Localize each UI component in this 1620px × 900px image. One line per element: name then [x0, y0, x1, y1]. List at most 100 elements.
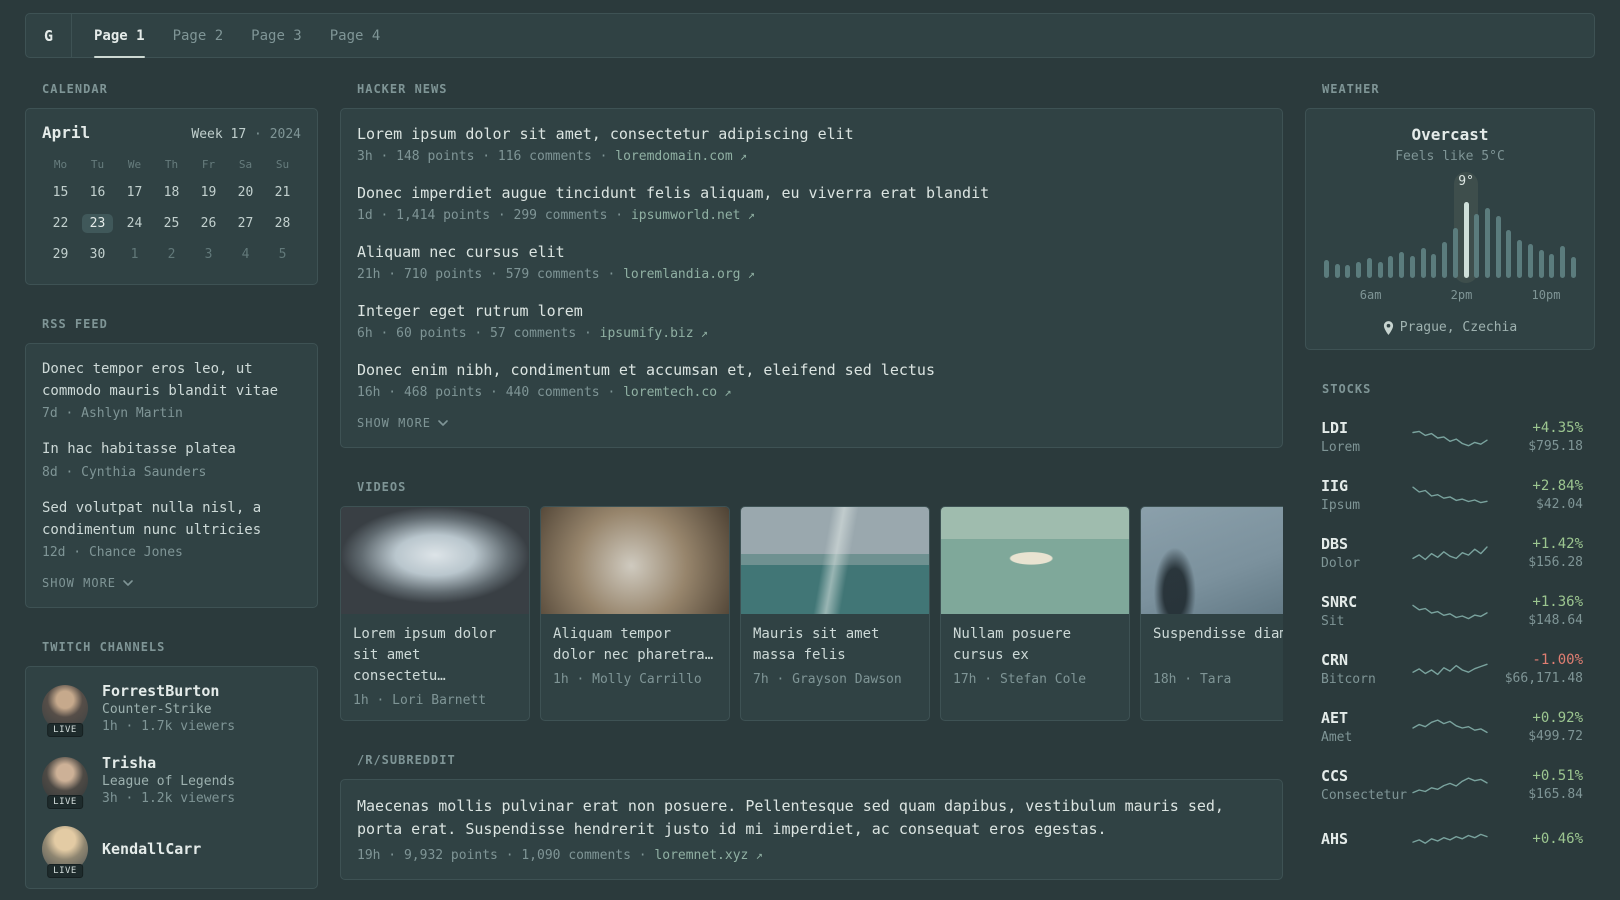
video-thumbnail[interactable]: [741, 507, 929, 614]
app-logo[interactable]: G: [26, 14, 72, 57]
streamer-name[interactable]: Trisha: [102, 754, 235, 772]
twitch-channel[interactable]: LIVE ForrestBurton Counter-Strike 1h · 1…: [42, 682, 301, 738]
video-title[interactable]: Lorem ipsum dolor sit amet consectetu…: [353, 624, 517, 687]
weather-bar: [1463, 202, 1469, 278]
stock-change: +1.42%: [1532, 536, 1583, 552]
hn-item-meta: 16h · 468 points · 440 comments · loremt…: [357, 385, 1266, 400]
video-title[interactable]: Nullam posuere cursus ex: [953, 624, 1117, 666]
weekday-label: Tu: [90, 158, 105, 171]
twitch-widget: TWITCH CHANNELS LIVE ForrestBurton Count…: [25, 640, 318, 890]
rss-heading: RSS FEED: [42, 317, 108, 331]
subreddit-card: Maecenas mollis pulvinar erat non posuer…: [340, 779, 1283, 880]
rss-item: In hac habitasse platea 8d · Cynthia Sau…: [42, 439, 301, 480]
stock-row[interactable]: IIG Ipsum +2.84% $42.04: [1305, 466, 1595, 524]
reddit-post-stats: 19h · 9,932 points · 1,090 comments ·: [357, 848, 655, 863]
hn-item-stats: 6h · 60 points · 57 comments ·: [357, 326, 600, 341]
reddit-post: Maecenas mollis pulvinar erat non posuer…: [357, 795, 1266, 863]
calendar-day: 16: [89, 185, 106, 200]
calendar-heading: CALENDAR: [42, 82, 108, 96]
stock-change: +1.36%: [1532, 594, 1583, 610]
rss-show-more-button[interactable]: SHOW MORE: [42, 576, 133, 590]
subreddit-widget: /R/SUBREDDIT Maecenas mollis pulvinar er…: [340, 753, 1283, 880]
hn-item-title[interactable]: Donec enim nibh, condimentum et accumsan…: [357, 360, 1266, 381]
stock-row[interactable]: CRN Bitcorn -1.00% $66,171.48: [1305, 640, 1595, 698]
weekday-label: Su: [275, 158, 290, 171]
rss-item-title[interactable]: In hac habitasse platea: [42, 439, 301, 461]
streamer-name[interactable]: KendallCarr: [102, 840, 201, 858]
twitch-channel[interactable]: LIVE Trisha League of Legends 3h · 1.2k …: [42, 754, 301, 810]
dashboard: CALENDAR April Week 17 · 2024 Mo Tu We Th Fr…: [0, 58, 1620, 900]
page-tabs: Page 1 Page 2 Page 3 Page 4: [72, 14, 381, 58]
stock-row[interactable]: CCS Consectetur +0.51% $165.84: [1305, 756, 1595, 814]
video-card[interactable]: Aliquam tempor dolor nec pharetra… 1h · …: [540, 506, 730, 721]
stock-sparkline: [1412, 480, 1488, 510]
hacker-news-heading: HACKER NEWS: [357, 82, 448, 96]
hn-item-domain-link[interactable]: ipsumify.biz: [600, 326, 708, 341]
stock-change: +4.35%: [1532, 420, 1583, 436]
hn-item-domain-link[interactable]: loremtech.co: [623, 385, 731, 400]
reddit-post-domain-link[interactable]: loremnet.xyz: [654, 848, 762, 863]
stock-row[interactable]: LDI Lorem +4.35% $795.18: [1305, 408, 1595, 466]
hacker-news-card: Lorem ipsum dolor sit amet, consectetur …: [340, 108, 1283, 448]
weather-bar: [1442, 242, 1448, 278]
hn-item-title[interactable]: Donec imperdiet augue tincidunt felis al…: [357, 183, 1266, 204]
stock-sparkline: [1412, 422, 1488, 452]
video-title[interactable]: Suspendisse diam: [1153, 624, 1283, 666]
video-card[interactable]: Nullam posuere cursus ex 17h · Stefan Co…: [940, 506, 1130, 721]
weather-bar: [1549, 254, 1555, 278]
stocks-list: LDI Lorem +4.35% $795.18 IIG Ipsum +2.84% $4…: [1305, 408, 1595, 866]
weather-location[interactable]: Prague, Czechia: [1322, 320, 1578, 335]
hn-item-title[interactable]: Lorem ipsum dolor sit amet, consectetur …: [357, 124, 1266, 145]
stock-ticker: DBS: [1321, 535, 1349, 553]
weather-bar: [1420, 247, 1426, 278]
video-thumbnail[interactable]: [541, 507, 729, 614]
reddit-post-title[interactable]: Maecenas mollis pulvinar erat non posuer…: [357, 795, 1266, 840]
video-title[interactable]: Aliquam tempor dolor nec pharetra…: [553, 624, 717, 666]
video-thumbnail[interactable]: [341, 507, 529, 614]
weather-card: Overcast Feels like 5°C 9° 6am 2pm 10pm …: [1305, 108, 1595, 350]
video-card[interactable]: Mauris sit amet massa felis 7h · Grayson…: [740, 506, 930, 721]
weather-bar: [1506, 230, 1512, 278]
video-title[interactable]: Mauris sit amet massa felis: [753, 624, 917, 666]
stock-row[interactable]: AHS +0.46%: [1305, 814, 1595, 866]
video-thumbnail[interactable]: [941, 507, 1129, 614]
calendar-week-number: Week 17: [191, 127, 247, 142]
hn-item-domain-link[interactable]: loremdomain.com: [615, 149, 747, 164]
stock-row[interactable]: AET Amet +0.92% $499.72: [1305, 698, 1595, 756]
weather-bar: [1485, 207, 1491, 278]
twitch-channel[interactable]: LIVE KendallCarr: [42, 826, 301, 879]
calendar-day: 26: [200, 216, 217, 231]
stock-row[interactable]: SNRC Sit +1.36% $148.64: [1305, 582, 1595, 640]
hn-item-title[interactable]: Integer eget rutrum lorem: [357, 301, 1266, 322]
rss-item-title[interactable]: Sed volutpat nulla nisl, a condimentum n…: [42, 498, 301, 541]
show-more-label: SHOW MORE: [357, 416, 432, 430]
hn-item-stats: 16h · 468 points · 440 comments ·: [357, 385, 624, 400]
live-badge: LIVE: [47, 864, 83, 879]
stock-price: $66,171.48: [1504, 671, 1583, 686]
stock-name: Amet: [1321, 730, 1353, 745]
stock-price: $795.18: [1528, 439, 1583, 454]
weather-condition: Overcast: [1411, 125, 1489, 144]
hn-item-domain-link[interactable]: loremlandia.org: [623, 267, 755, 282]
stock-row[interactable]: DBS Dolor +1.42% $156.28: [1305, 524, 1595, 582]
tab-page-4[interactable]: Page 4: [330, 14, 381, 57]
hn-item-title[interactable]: Aliquam nec cursus elit: [357, 242, 1266, 263]
stock-price: $148.64: [1528, 613, 1583, 628]
tab-page-2[interactable]: Page 2: [173, 14, 224, 57]
hn-item-domain-link[interactable]: ipsumworld.net: [631, 208, 755, 223]
calendar-day: 30: [89, 247, 106, 262]
hn-show-more-button[interactable]: SHOW MORE: [357, 416, 448, 430]
rss-item-title[interactable]: Donec tempor eros leo, ut commodo mauris…: [42, 359, 301, 402]
rss-item-meta: 8d · Cynthia Saunders: [42, 465, 207, 481]
tab-page-3[interactable]: Page 3: [251, 14, 302, 57]
calendar-widget: CALENDAR April Week 17 · 2024 Mo Tu We Th Fr…: [25, 82, 318, 285]
calendar-day: 15: [52, 185, 69, 200]
video-card[interactable]: Suspendisse diam 18h · Tara: [1140, 506, 1283, 721]
weather-current-temp: 9°: [1458, 174, 1474, 189]
streamer-name[interactable]: ForrestBurton: [102, 682, 235, 700]
calendar-weekday-row: Mo Tu We Th Fr Sa Su: [42, 158, 301, 171]
tab-page-1[interactable]: Page 1: [94, 14, 145, 58]
video-thumbnail[interactable]: [1141, 507, 1283, 614]
video-card[interactable]: Lorem ipsum dolor sit amet consectetu… 1…: [340, 506, 530, 721]
rss-item: Donec tempor eros leo, ut commodo mauris…: [42, 359, 301, 421]
